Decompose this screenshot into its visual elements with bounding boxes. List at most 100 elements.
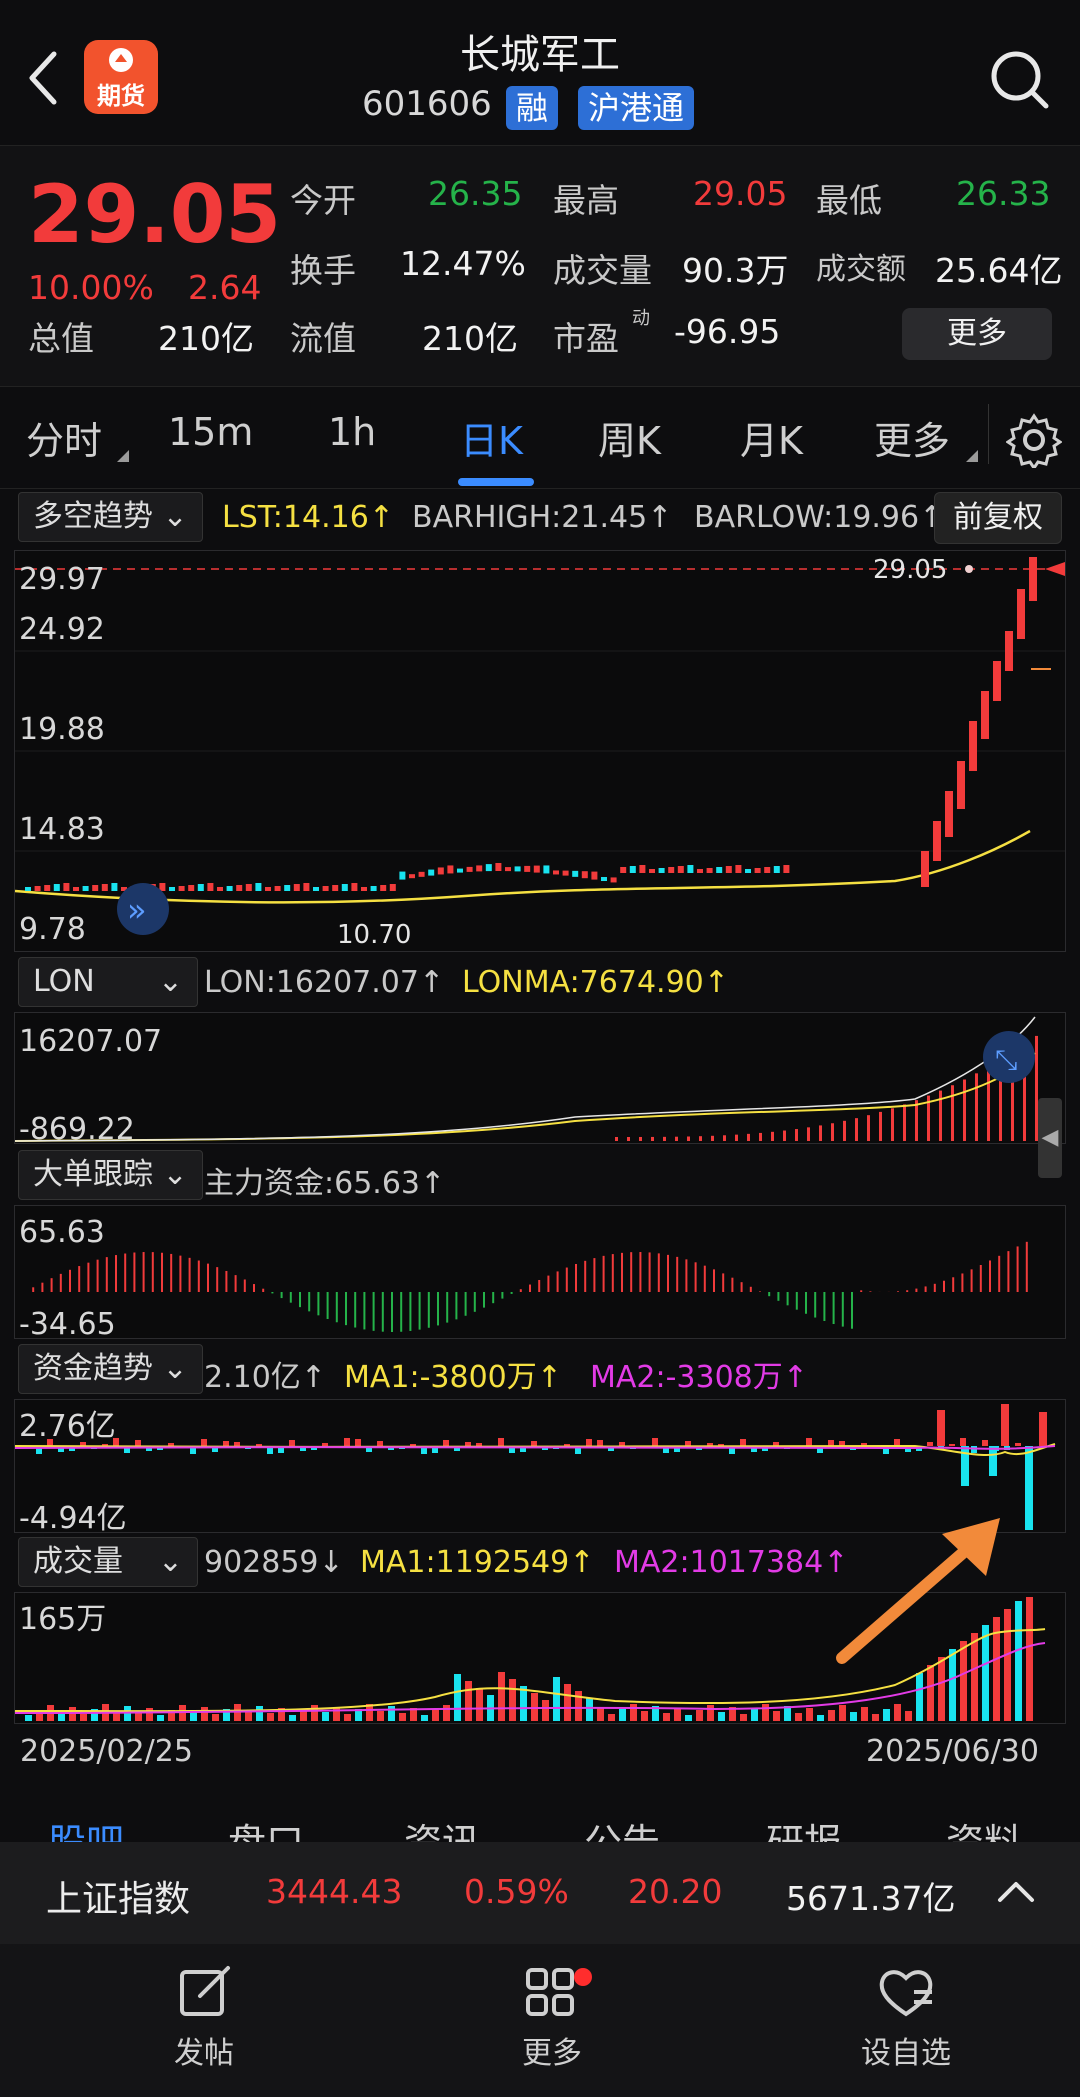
fund-bar (476, 1443, 482, 1446)
content-tab-orderbook[interactable]: 盘口 (228, 1812, 304, 1842)
fund-bar (982, 1440, 988, 1446)
tab-more[interactable]: 更多 (874, 410, 950, 465)
candle (361, 887, 367, 891)
lon-indicator-select[interactable]: LON ⌄ (18, 957, 198, 1007)
candle (505, 867, 511, 872)
fund-bar (740, 1439, 746, 1446)
candle (447, 865, 454, 874)
volume-indicator-select[interactable]: 成交量 ⌄ (18, 1537, 198, 1587)
volume-bar (762, 1704, 769, 1721)
lon-bar (879, 1111, 882, 1141)
volume-bar (201, 1707, 208, 1721)
bigorder-bar (602, 1255, 605, 1292)
lon-bar (951, 1085, 954, 1141)
fullscreen-icon: ⤡ (995, 1043, 1017, 1076)
index-pct: 0.59% (464, 1872, 569, 1911)
content-tab-forum[interactable]: 股吧 (48, 1812, 124, 1842)
expand-up-icon[interactable] (996, 1876, 1036, 1906)
fund-axis-bottom: -4.94亿 (19, 1501, 127, 1532)
current-price: 29.05 (28, 168, 282, 261)
tab-1h[interactable]: 1h (328, 410, 376, 454)
candle (226, 886, 233, 891)
tab-weekly[interactable]: 周K (598, 410, 661, 465)
candle (351, 883, 358, 891)
fund-value: 2.10亿↑ (204, 1360, 326, 1395)
candle (178, 886, 185, 891)
bigorder-bar (814, 1292, 817, 1318)
volume-bar (245, 1711, 252, 1721)
lon-bar (783, 1130, 786, 1141)
bigorder-bar (630, 1252, 633, 1292)
volume-bar (531, 1693, 538, 1721)
post-label: 发帖 (174, 2036, 234, 2071)
candle (572, 870, 579, 877)
bigorder-bar (1016, 1246, 1019, 1292)
bigorder-bar (924, 1286, 927, 1292)
lon-chart[interactable]: 16207.07 -869.22 ⤡ (14, 1012, 1066, 1147)
bigorder-bar (345, 1292, 347, 1326)
settings-gear-icon[interactable] (1006, 412, 1062, 468)
adjust-button[interactable]: 前复权 (934, 492, 1062, 544)
volume-bar (564, 1684, 571, 1721)
candle (466, 866, 473, 872)
top-header: 期货 长城军工 601606 融 沪港通 (0, 0, 1080, 145)
bigorder-bar (667, 1254, 669, 1292)
index-ticker-bar[interactable]: 上证指数 3444.43 0.59% 20.20 5671.37亿 (0, 1842, 1080, 1944)
change-percent: 10.00% (28, 268, 154, 307)
date-end: 2025/06/30 (866, 1734, 1039, 1769)
post-button[interactable]: 发帖 (124, 1962, 284, 2072)
bigorder-chart[interactable]: 65.63 -34.65 (14, 1205, 1066, 1342)
bigorder-bar (372, 1292, 375, 1331)
kline-chart[interactable]: 29.97 24.92 19.88 14.83 9.78 29.05 10.70… (14, 550, 1066, 952)
candle (754, 868, 761, 873)
tab-daily[interactable]: 日K (460, 410, 523, 465)
tab-15m[interactable]: 15m (168, 410, 253, 454)
kline-indicator-select[interactable]: 多空趋势 ⌄ (18, 492, 203, 542)
fund-indicator-select[interactable]: 资金趋势 ⌄ (18, 1344, 203, 1394)
grid-icon (526, 1968, 574, 2016)
candle (380, 885, 387, 891)
candle (581, 871, 588, 879)
tab-intraday[interactable]: 分时 (26, 410, 102, 465)
margin-badge: 融 (506, 86, 559, 130)
content-tab-reports[interactable]: 研报 (766, 1812, 842, 1842)
bigorder-bar (188, 1257, 191, 1292)
search-icon[interactable] (988, 48, 1054, 114)
volume-bar (322, 1712, 329, 1721)
candle (332, 885, 339, 891)
lon-bar (867, 1115, 870, 1141)
volume-bar (1026, 1597, 1033, 1721)
open-value: 26.35 (428, 174, 523, 213)
stock-code: 601606 (362, 84, 492, 124)
volume-bar (476, 1688, 483, 1721)
content-tab-news[interactable]: 资讯 (404, 1812, 480, 1842)
bigorder-bar (483, 1292, 485, 1308)
candle (1017, 589, 1025, 639)
candle (969, 721, 977, 771)
bigorder-indicator-select[interactable]: 大单跟踪 ⌄ (18, 1150, 203, 1200)
index-value: 3444.43 (266, 1872, 403, 1911)
add-watchlist-button[interactable]: 设自选 (826, 1962, 986, 2072)
volume-bar (212, 1714, 219, 1721)
bigorder-bar (768, 1292, 771, 1297)
more-nav-button[interactable]: 更多 (472, 1962, 632, 2072)
content-tab-profile[interactable]: 资料 (946, 1812, 1022, 1842)
candle (783, 865, 790, 873)
more-button[interactable]: 更多 (902, 308, 1052, 360)
heart-icon (879, 1970, 933, 2017)
bigorder-bar (381, 1292, 384, 1332)
tab-monthly[interactable]: 月K (740, 410, 803, 465)
candle (716, 867, 723, 873)
bigorder-bar (952, 1277, 955, 1292)
volume-bar (685, 1715, 692, 1721)
volume-bar (828, 1710, 835, 1721)
lon-bar (687, 1136, 690, 1141)
lon-bar (831, 1123, 834, 1141)
volume-bar (465, 1681, 472, 1721)
volume-bar (641, 1711, 648, 1721)
fund-ma1-line (14, 1443, 1056, 1456)
lon-value: LON:16207.07↑ (204, 965, 445, 1000)
bigorder-bar (207, 1263, 209, 1292)
content-tab-announcements[interactable]: 公告 (584, 1812, 660, 1842)
bigorder-bar (363, 1292, 366, 1330)
